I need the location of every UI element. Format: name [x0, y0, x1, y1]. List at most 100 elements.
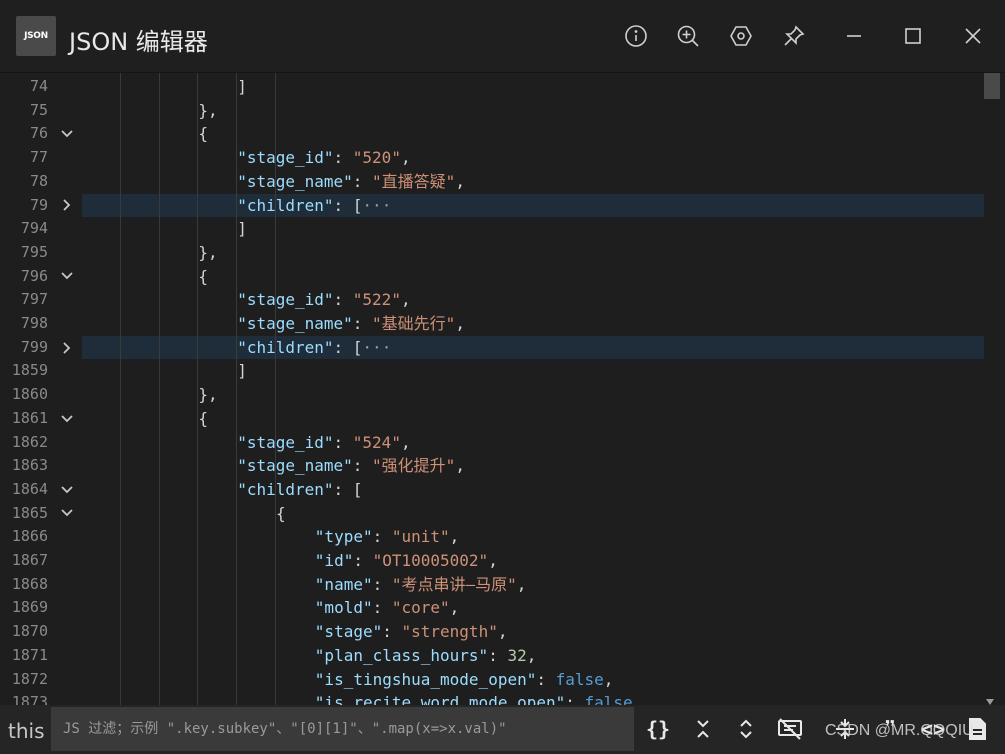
json-punct: , [455, 314, 465, 333]
fold-expanded-chevron-icon[interactable] [58, 502, 76, 526]
code-line[interactable]: ] [237, 217, 247, 241]
vertical-scrollbar[interactable] [984, 73, 1004, 705]
close-icon[interactable] [959, 22, 987, 50]
json-punct: , [455, 171, 465, 191]
fold-expanded-chevron-icon[interactable] [58, 265, 76, 289]
json-boolean: false [584, 693, 633, 705]
code-line[interactable]: "is_tingshua_mode_open": false, [315, 668, 614, 692]
json-string: "直播答疑" [372, 171, 456, 191]
scrollbar-thumb[interactable] [984, 73, 1000, 99]
json-key: "stage_id" [237, 148, 334, 168]
title-bar: JSON JSON 编辑器 [0, 0, 1005, 73]
json-punct: ] [237, 361, 247, 381]
line-number: 798 [20, 314, 48, 332]
settings-hex-icon[interactable] [727, 22, 755, 50]
json-string: "基础先行" [372, 314, 456, 333]
json-punct: : [353, 551, 373, 570]
minimize-icon[interactable] [840, 22, 868, 50]
fold-expanded-chevron-icon[interactable] [58, 407, 76, 431]
code-line[interactable]: "stage_name": "直播答疑", [237, 170, 465, 194]
maximize-icon[interactable] [899, 22, 927, 50]
line-number: 76 [29, 124, 48, 143]
json-punct: : [333, 148, 353, 168]
format-braces-icon[interactable]: {} [643, 714, 673, 744]
json-key: "plan_class_hours" [314, 645, 489, 665]
hide-comments-icon[interactable] [775, 714, 805, 744]
json-string: "core" [391, 598, 450, 618]
code-line[interactable]: }, [198, 241, 217, 265]
json-key: "stage" [314, 622, 383, 642]
json-string: "OT10005002" [372, 551, 489, 570]
json-punct: : [352, 171, 373, 191]
fold-collapsed-chevron-icon[interactable] [58, 336, 76, 360]
fold-expanded-chevron-icon[interactable] [58, 122, 76, 146]
code-line[interactable]: "name": "考点串讲—马原", [315, 573, 527, 597]
fold-collapsed-chevron-icon[interactable] [58, 194, 76, 218]
app-logo-icon: JSON [16, 16, 56, 56]
json-string: "强化提升" [372, 456, 456, 476]
code-line[interactable]: "mold": "core", [315, 596, 460, 620]
json-string: "strength" [401, 622, 498, 642]
code-line[interactable]: "stage_id": "522", [237, 288, 410, 312]
json-key: "name" [314, 574, 373, 594]
expand-all-icon[interactable] [731, 714, 761, 744]
filter-input[interactable] [51, 707, 634, 751]
line-number: 1869 [11, 598, 48, 617]
code-line[interactable]: "id": "OT10005002", [315, 549, 498, 573]
code-line[interactable]: { [276, 502, 286, 526]
code-line[interactable]: }, [198, 383, 217, 407]
json-key: "children" [237, 479, 334, 499]
code-line[interactable]: ] [237, 359, 247, 383]
json-punct: , [497, 622, 508, 642]
code-line[interactable]: "stage": "strength", [315, 620, 508, 644]
code-line[interactable]: "stage_name": "强化提升", [237, 454, 465, 478]
line-number: 1867 [11, 551, 48, 569]
app-title: JSON 编辑器 [69, 28, 208, 56]
code-line[interactable]: { [198, 122, 208, 146]
indent-guide [119, 73, 121, 705]
code-line[interactable]: "is_recite_word_mode_open": false, [315, 691, 643, 705]
code-line[interactable]: }, [198, 99, 217, 123]
code-line[interactable]: { [198, 265, 208, 289]
json-string: "522" [352, 290, 401, 310]
code-line[interactable]: "type": "unit", [315, 525, 460, 549]
json-string: "考点串讲—马原" [391, 574, 517, 594]
json-punct: : [372, 574, 392, 594]
info-icon[interactable] [622, 22, 650, 50]
line-number: 1863 [11, 456, 48, 475]
code-line[interactable]: "stage_id": "520", [237, 146, 410, 170]
json-editor[interactable]: 74 75 76 77 78 79 794 795 796 797 798 799 1859 1860 18… [0, 73, 1005, 705]
json-key: "mold" [314, 598, 373, 618]
collapse-all-icon[interactable] [688, 714, 718, 744]
line-number: 1872 [11, 669, 48, 688]
json-key: "id" [314, 551, 354, 570]
fold-ellipsis[interactable]: ··· [362, 338, 391, 357]
json-key: "stage_id" [237, 432, 334, 452]
json-string: "524" [352, 432, 401, 452]
json-key: "stage_name" [237, 314, 353, 333]
json-punct: , [400, 432, 411, 452]
code-line[interactable]: ] [237, 75, 247, 99]
json-punct: : [352, 456, 373, 476]
json-punct: , [400, 290, 411, 310]
json-key: "children" [237, 337, 334, 357]
code-area[interactable]: ]},{"stage_id": "520", "stage_name": "直播答… [82, 73, 984, 705]
json-key: "children" [237, 195, 334, 215]
code-line[interactable]: "plan_class_hours": 32, [315, 644, 537, 668]
json-string: "520" [352, 148, 401, 168]
code-line[interactable]: "children": [ [237, 478, 362, 502]
zoom-in-icon[interactable] [674, 22, 702, 50]
fold-expanded-chevron-icon[interactable] [58, 478, 76, 502]
json-punct: : [372, 527, 392, 547]
code-line[interactable]: { [198, 407, 208, 431]
code-line[interactable]: "stage_id": "524", [237, 431, 410, 455]
json-punct: , [449, 598, 460, 618]
json-punct: , [455, 456, 465, 476]
pin-icon[interactable] [780, 22, 808, 50]
code-line[interactable]: "children": [··· [237, 336, 391, 360]
json-punct: }, [198, 385, 218, 405]
code-line[interactable]: "stage_name": "基础先行", [237, 312, 465, 336]
fold-ellipsis[interactable]: ··· [362, 196, 391, 215]
code-line[interactable]: "children": [··· [237, 194, 391, 218]
json-punct: : [ [333, 479, 363, 499]
